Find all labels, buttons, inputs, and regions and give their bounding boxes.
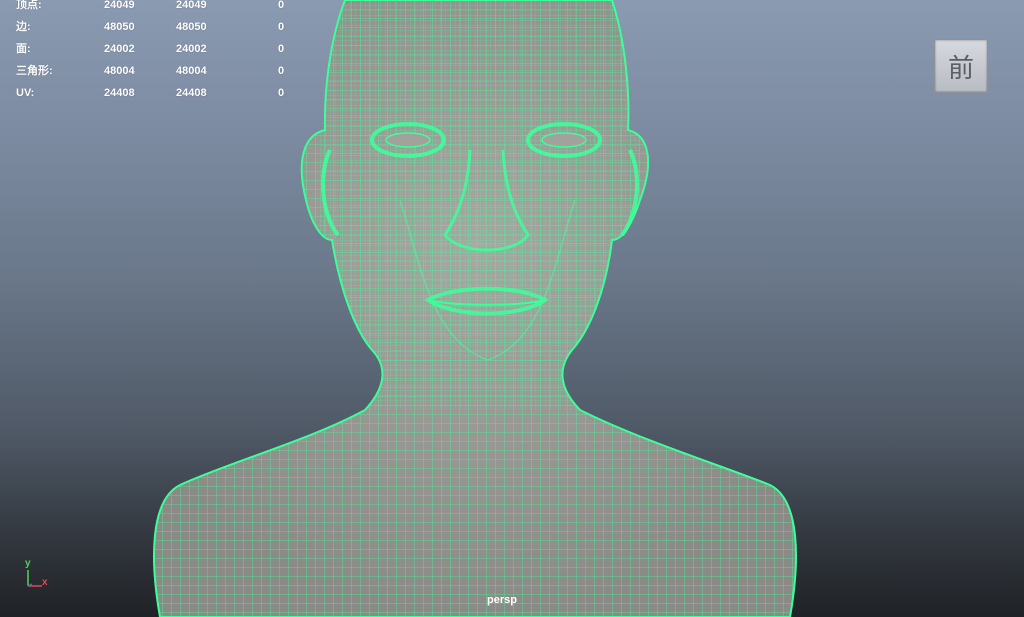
axis-y-label: y <box>25 558 31 569</box>
camera-name-label: persp <box>487 594 517 606</box>
hud-value: 0 <box>278 0 285 11</box>
poly-count-hud: 顶点: 24049 24049 0 边: 48050 48050 0 面: 24… <box>16 0 306 104</box>
viewcube-front-button[interactable]: 前 <box>934 39 988 93</box>
hud-row-vertices: 顶点: 24049 24049 0 <box>16 0 306 16</box>
hud-row-uvs: UV: 24408 24408 0 <box>16 82 306 104</box>
hud-row-triangles: 三角形: 48004 48004 0 <box>16 60 306 82</box>
hud-value: 24049 <box>104 0 135 11</box>
viewport-panel[interactable]: 顶点: 24049 24049 0 边: 48050 48050 0 面: 24… <box>0 0 1024 617</box>
hud-label: 顶点: <box>16 0 42 11</box>
hud-row-faces: 面: 24002 24002 0 <box>16 38 306 60</box>
hud-value: 48004 <box>104 65 135 77</box>
axis-gizmo: y x <box>20 558 60 594</box>
hud-label: 面: <box>16 43 31 55</box>
hud-label: 三角形: <box>16 65 53 77</box>
hud-value: 24002 <box>104 43 135 55</box>
axis-x-label: x <box>42 577 48 588</box>
hud-value: 24002 <box>176 43 207 55</box>
hud-value: 0 <box>278 87 285 99</box>
hud-label: UV: <box>16 87 35 99</box>
hud-value: 24049 <box>176 0 207 11</box>
hud-value: 0 <box>278 43 285 55</box>
hud-value: 0 <box>278 65 285 77</box>
hud-label: 边: <box>16 21 31 33</box>
hud-value: 24408 <box>176 87 207 99</box>
hud-row-edges: 边: 48050 48050 0 <box>16 16 306 38</box>
hud-value: 48050 <box>104 21 135 33</box>
hud-value: 48004 <box>176 65 207 77</box>
hud-value: 48050 <box>176 21 207 33</box>
hud-value: 24408 <box>104 87 135 99</box>
hud-value: 0 <box>278 21 285 33</box>
